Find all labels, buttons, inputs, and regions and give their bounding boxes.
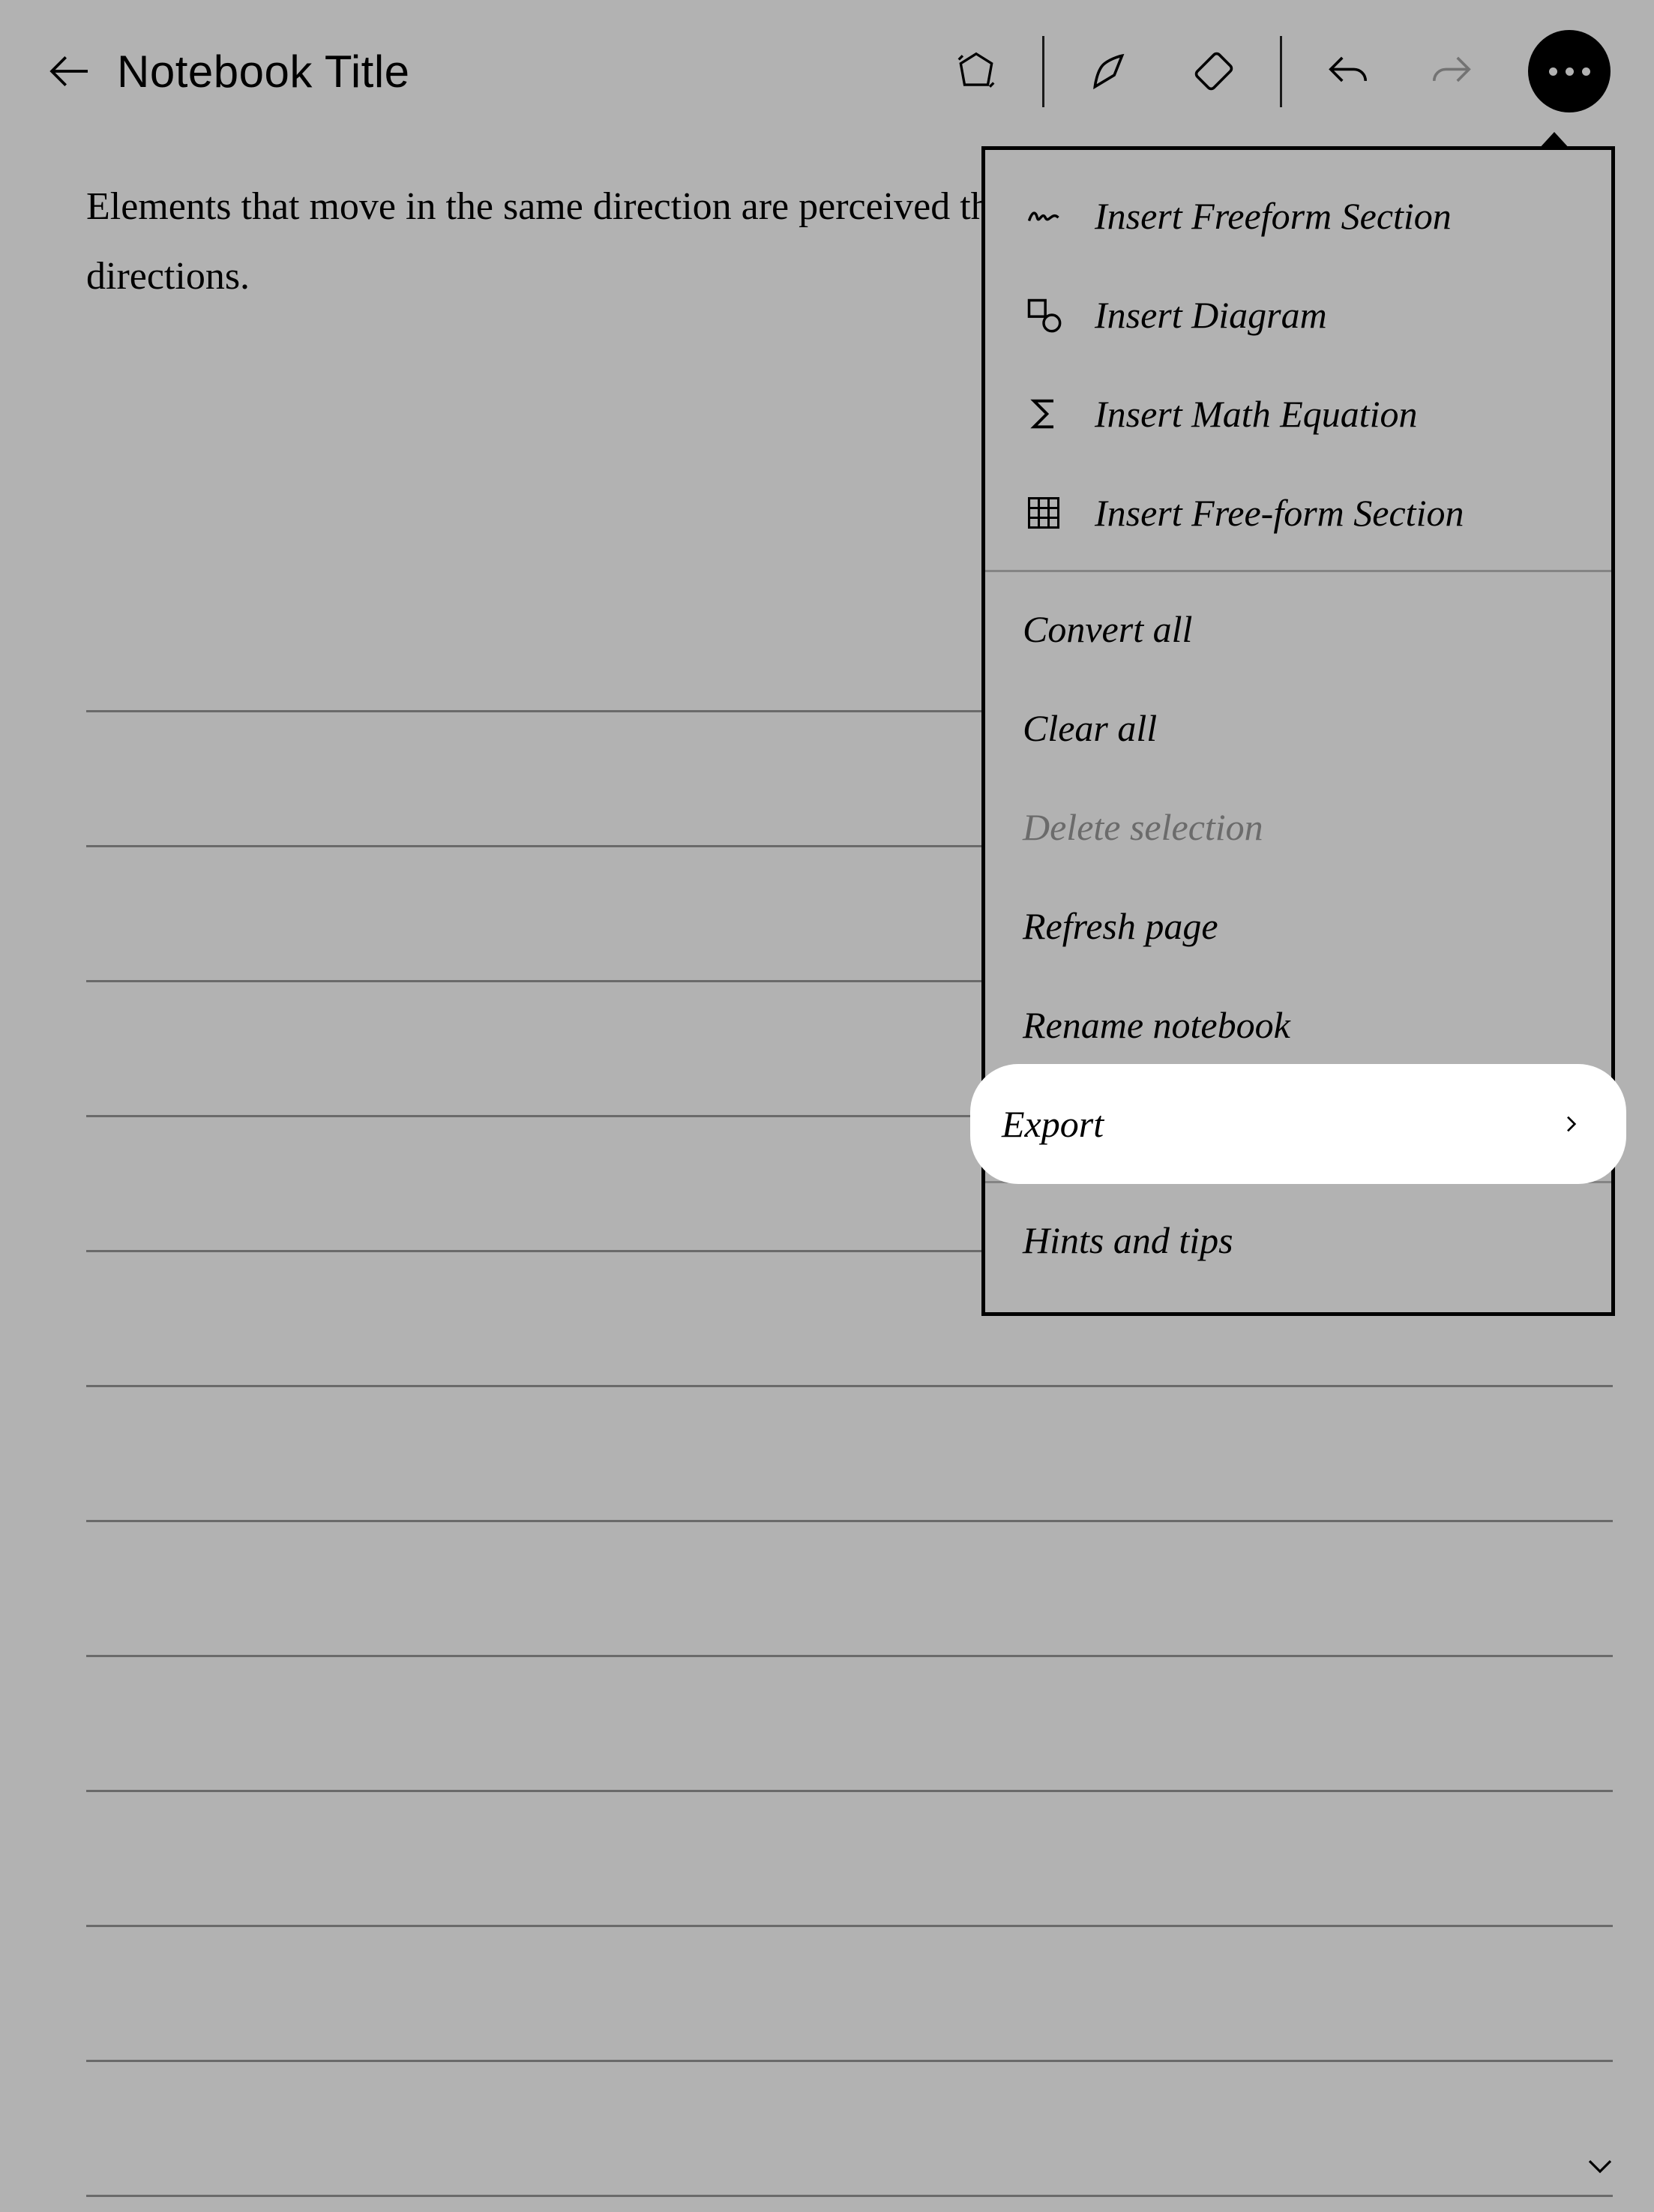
pen-icon [1087, 48, 1134, 94]
undo-icon [1325, 48, 1371, 94]
menu-insert-freeform-section[interactable]: Insert Free-form Section [985, 463, 1611, 562]
eraser-tool-button[interactable] [1169, 26, 1259, 116]
menu-insert-diagram[interactable]: Insert Diagram [985, 265, 1611, 364]
redo-icon [1428, 48, 1475, 94]
menu-item-label: Hints and tips [1023, 1218, 1233, 1262]
grid-icon [1023, 492, 1065, 534]
sigma-icon [1023, 393, 1065, 435]
scroll-down-button[interactable] [1578, 2143, 1623, 2188]
polygon-icon [953, 48, 999, 94]
undo-button[interactable] [1303, 26, 1393, 116]
menu-insert-freeform[interactable]: Insert Freeform Section [985, 166, 1611, 265]
more-button[interactable] [1528, 30, 1611, 112]
toolbar-divider [1042, 36, 1044, 107]
toolbar: Notebook Title [0, 0, 1654, 142]
back-button[interactable] [43, 45, 96, 97]
menu-clear-all[interactable]: Clear all [985, 679, 1611, 778]
menu-convert-all[interactable]: Convert all [985, 580, 1611, 679]
menu-item-label: Insert Math Equation [1095, 392, 1418, 436]
menu-hints-tips[interactable]: Hints and tips [985, 1191, 1611, 1290]
menu-item-label: Rename notebook [1023, 1003, 1290, 1047]
menu-refresh-page[interactable]: Refresh page [985, 877, 1611, 976]
eraser-icon [1191, 48, 1237, 94]
menu-item-label: Convert all [1023, 607, 1192, 651]
menu-export-highlighted[interactable]: Export [970, 1064, 1626, 1184]
menu-item-label: Refresh page [1023, 904, 1218, 948]
chevron-down-icon [1582, 2148, 1618, 2184]
menu-separator [985, 570, 1611, 572]
shape-tool-button[interactable] [931, 26, 1021, 116]
menu-item-label: Insert Free-form Section [1095, 491, 1464, 535]
chevron-right-icon [1559, 1112, 1583, 1136]
page-title: Notebook Title [117, 46, 410, 97]
menu-item-label: Export [1002, 1102, 1104, 1146]
menu-item-label: Insert Freeform Section [1095, 194, 1452, 238]
scribble-icon [1023, 195, 1065, 237]
menu-pointer [1538, 132, 1571, 150]
arrow-left-icon [46, 47, 94, 95]
toolbar-right [931, 26, 1611, 116]
menu-item-label: Clear all [1023, 706, 1157, 750]
menu-rename-notebook[interactable]: Rename notebook [985, 976, 1611, 1075]
menu-item-label: Delete selection [1023, 805, 1263, 849]
menu-item-label: Insert Diagram [1095, 293, 1327, 337]
pen-tool-button[interactable] [1065, 26, 1155, 116]
redo-button[interactable] [1407, 26, 1497, 116]
more-icon [1549, 67, 1590, 76]
shapes-icon [1023, 294, 1065, 336]
toolbar-divider [1280, 36, 1282, 107]
menu-delete-selection: Delete selection [985, 778, 1611, 877]
menu-insert-math[interactable]: Insert Math Equation [985, 364, 1611, 463]
